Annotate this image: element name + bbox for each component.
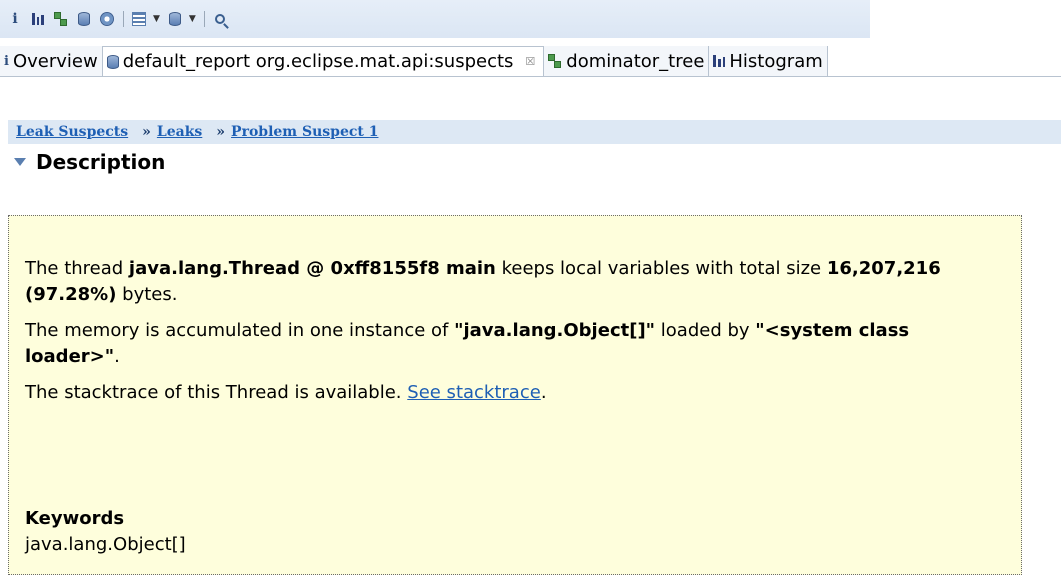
oql-icon[interactable] — [75, 10, 93, 28]
search-icon[interactable] — [211, 10, 229, 28]
text-fragment: loaded by — [655, 320, 756, 341]
toolbar-separator — [203, 11, 205, 27]
see-stacktrace-link[interactable]: See stacktrace — [407, 382, 541, 403]
tab-overview[interactable]: i Overview — [0, 46, 103, 76]
breadcrumb-problem-suspect-1[interactable]: Problem Suspect 1 — [231, 124, 378, 140]
histogram-icon[interactable] — [29, 10, 47, 28]
stacktrace-text: The stacktrace of this Thread is availab… — [25, 380, 1005, 406]
breadcrumb-leaks[interactable]: Leaks — [157, 124, 202, 140]
info-icon: i — [4, 53, 9, 69]
breadcrumb-separator: » — [142, 124, 151, 140]
description-section-toggle[interactable]: Description — [14, 150, 165, 174]
text-fragment: . — [114, 346, 120, 367]
editor-tab-bar: i Overview default_report org.eclipse.ma… — [0, 46, 1061, 77]
breadcrumb: Leak Suspects » Leaks » Problem Suspect … — [8, 120, 1061, 144]
keywords-value: java.lang.Object[] — [25, 534, 186, 555]
text-fragment: bytes. — [116, 284, 178, 305]
dominator-tree-icon[interactable] — [52, 10, 70, 28]
text-fragment: The stacktrace of this Thread is availab… — [25, 382, 408, 403]
text-fragment: The memory is accumulated in one instanc… — [25, 320, 455, 341]
heap-dump-overview-icon[interactable] — [98, 10, 116, 28]
tab-histogram[interactable]: Histogram — [709, 46, 828, 76]
memory-accumulation-text: The memory is accumulated in one instanc… — [25, 318, 1005, 370]
thread-name: java.lang.Thread @ 0xff8155f8 main — [128, 258, 496, 279]
text-fragment: The thread — [25, 258, 129, 279]
report-icon — [106, 54, 119, 69]
description-panel: The thread java.lang.Thread @ 0xff8155f8… — [8, 215, 1022, 575]
query-browser-dropdown-icon[interactable]: ▼ — [153, 14, 160, 24]
tab-label: Overview — [12, 50, 98, 72]
info-icon[interactable]: i — [6, 10, 24, 28]
histogram-icon — [713, 55, 726, 67]
keywords-heading: Keywords — [25, 508, 125, 529]
breadcrumb-separator: » — [216, 124, 226, 140]
tab-label: Histogram — [729, 50, 823, 72]
section-title: Description — [36, 150, 166, 174]
text-fragment: . — [540, 382, 547, 403]
tab-label: dominator_tree — [566, 50, 705, 72]
close-icon[interactable]: ☒ — [525, 55, 535, 68]
chevron-down-icon — [14, 158, 26, 166]
dominator-tree-icon — [548, 54, 562, 68]
thread-summary-text: The thread java.lang.Thread @ 0xff8155f8… — [25, 256, 1005, 308]
tab-dominator-tree[interactable]: dominator_tree — [544, 46, 710, 76]
text-fragment: keeps local variables with total size — [495, 258, 827, 279]
breadcrumb-leak-suspects[interactable]: Leak Suspects — [16, 124, 128, 140]
report-icon[interactable] — [166, 10, 184, 28]
tab-label: default_report org.eclipse.mat.api:suspe… — [122, 51, 514, 72]
main-toolbar: i ▼ ▼ — [0, 0, 870, 38]
report-dropdown-icon[interactable]: ▼ — [189, 14, 196, 24]
toolbar-separator — [123, 11, 124, 27]
query-browser-icon[interactable] — [130, 10, 148, 28]
object-class: "java.lang.Object[]" — [454, 320, 656, 341]
tab-default-report[interactable]: default_report org.eclipse.mat.api:suspe… — [102, 46, 545, 76]
